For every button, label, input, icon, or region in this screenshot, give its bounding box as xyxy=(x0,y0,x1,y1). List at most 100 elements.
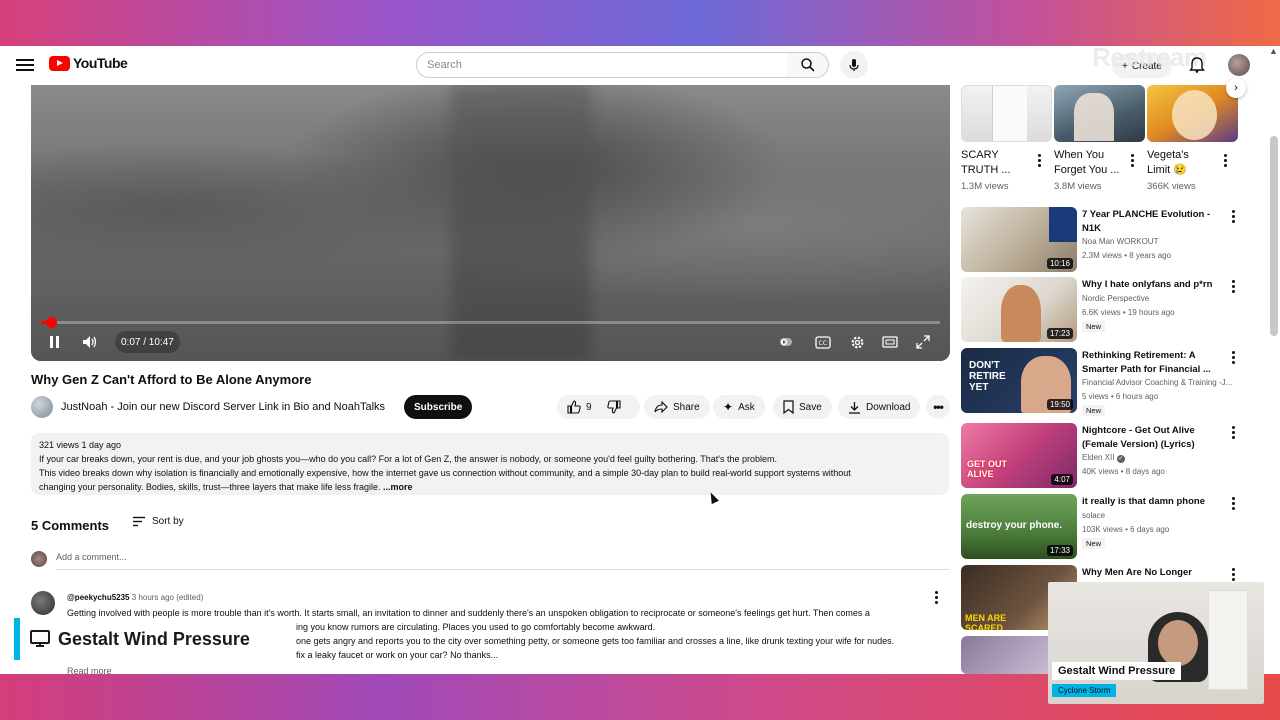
microphone-icon xyxy=(849,59,859,71)
short-title[interactable]: SCARY TRUTH ... xyxy=(961,148,1011,178)
comment-more-icon[interactable] xyxy=(931,591,941,604)
video-more-icon[interactable] xyxy=(1228,497,1238,510)
video-stats: 103K views • 6 days ago xyxy=(1082,525,1170,534)
channel-avatar[interactable] xyxy=(31,396,53,418)
description-box[interactable]: 321 views 1 day ago If your car breaks d… xyxy=(31,433,949,495)
video-player[interactable]: 0:07 / 10:47 CC xyxy=(31,85,950,361)
duration-badge: 19:50 xyxy=(1046,399,1073,410)
short-views: 3.8M views xyxy=(1054,181,1102,192)
short-thumbnail[interactable] xyxy=(1147,85,1238,142)
video-thumbnail[interactable]: 17:23 xyxy=(961,277,1077,342)
search-input[interactable]: Search xyxy=(416,52,788,78)
channel-link[interactable]: Nordic Perspective xyxy=(1082,294,1149,303)
thumbnail-caption: MEN ARE SCARED xyxy=(965,613,1007,630)
new-badge: New xyxy=(1082,538,1106,549)
ask-label: Ask xyxy=(738,401,755,413)
video-frame-smoke xyxy=(451,85,591,361)
comments-count: 5 Comments xyxy=(31,518,110,533)
progress-bar[interactable] xyxy=(41,317,940,328)
save-button[interactable]: Save xyxy=(773,395,832,419)
video-title-link[interactable]: 7 Year PLANCHE Evolution - N1K xyxy=(1082,208,1222,236)
channel-name[interactable]: JustNoah - Join our new Discord Server L… xyxy=(61,401,385,413)
menu-icon[interactable] xyxy=(14,56,36,74)
autoplay-icon xyxy=(780,338,792,346)
short-title[interactable]: When You Forget You ... xyxy=(1054,148,1119,178)
video-more-icon[interactable] xyxy=(1228,426,1238,439)
sort-button[interactable]: Sort by xyxy=(132,516,184,527)
video-more-icon[interactable] xyxy=(1228,210,1238,223)
youtube-logo[interactable]: YouTube xyxy=(49,55,128,71)
more-horizontal-icon: ••• xyxy=(933,400,944,414)
bookmark-icon xyxy=(783,400,794,414)
comment-text-line: ing you know rumors are circulating. Pla… xyxy=(296,622,656,632)
time-display: 0:07 / 10:47 xyxy=(115,331,180,353)
pause-button[interactable] xyxy=(43,331,65,353)
video-title-link[interactable]: Rethinking Retirement: A Smarter Path for… xyxy=(1082,349,1222,377)
video-title-link[interactable]: it really is that damn phone xyxy=(1082,495,1222,509)
captions-button[interactable]: CC xyxy=(813,332,833,352)
commenter-avatar[interactable] xyxy=(31,591,55,615)
show-more-link[interactable]: ...more xyxy=(383,482,413,492)
share-button[interactable]: Share xyxy=(644,395,710,419)
channel-link[interactable]: solace xyxy=(1082,511,1105,520)
sort-icon xyxy=(133,516,145,527)
video-thumbnail[interactable]: GET OUT ALIVE 4:07 xyxy=(961,423,1077,488)
comment-time[interactable]: 3 hours ago (edited) xyxy=(132,593,204,602)
short-thumbnail[interactable] xyxy=(961,85,1052,142)
channel-link[interactable]: Noa Man WORKOUT xyxy=(1082,237,1158,246)
ask-button[interactable]: ✦ Ask xyxy=(713,395,765,419)
theater-mode-button[interactable] xyxy=(880,332,900,352)
video-title-link[interactable]: Why I hate onlyfans and p*rn xyxy=(1082,278,1222,292)
channel-link[interactable]: Financial Advisor Coaching & Training -J… xyxy=(1082,378,1232,387)
monitor-icon xyxy=(30,630,50,647)
short-title[interactable]: Vegeta's Limit 😢 xyxy=(1147,148,1189,178)
short-thumbnail[interactable] xyxy=(1054,85,1145,142)
comment-text-line: fix a leaky faucet or work on your car? … xyxy=(296,650,499,660)
video-title-link[interactable]: Why Men Are No Longer xyxy=(1082,566,1222,580)
read-more-link[interactable]: Read more xyxy=(67,666,112,674)
volume-icon xyxy=(83,336,97,348)
description-line: If your car breaks down, your rent is du… xyxy=(39,454,778,464)
thumbnail-caption: DON'T RETIRE YET xyxy=(969,360,1006,393)
short-more-icon[interactable] xyxy=(1220,154,1230,167)
video-title-link[interactable]: Nightcore - Get Out Alive (Female Version… xyxy=(1082,424,1222,452)
comment-author[interactable]: @peekychu5235 xyxy=(67,593,130,602)
svg-text:CC: CC xyxy=(819,340,827,347)
dislike-button[interactable] xyxy=(606,400,621,414)
account-avatar[interactable] xyxy=(1228,54,1250,76)
short-more-icon[interactable] xyxy=(1127,154,1137,167)
volume-button[interactable] xyxy=(79,331,101,353)
add-comment-input[interactable]: Add a comment... xyxy=(56,552,127,562)
video-thumbnail[interactable]: 10:16 xyxy=(961,207,1077,272)
channel-link[interactable]: Elden XII ✓ xyxy=(1082,453,1125,463)
page-scrollbar[interactable] xyxy=(1270,136,1278,336)
subscribe-button[interactable]: Subscribe xyxy=(404,395,473,419)
notifications-bell-icon[interactable] xyxy=(1188,56,1206,74)
duration-badge: 4:07 xyxy=(1051,474,1073,485)
more-actions-button[interactable]: ••• xyxy=(926,395,950,419)
video-more-icon[interactable] xyxy=(1228,280,1238,293)
scroll-up-arrow-icon[interactable]: ▲ xyxy=(1269,46,1278,56)
voice-search-button[interactable] xyxy=(840,51,868,79)
logo-text: YouTube xyxy=(73,55,128,71)
shorts-next-button[interactable]: › xyxy=(1226,78,1246,98)
download-label: Download xyxy=(866,401,911,413)
fullscreen-icon xyxy=(916,335,930,349)
like-button[interactable]: 9 xyxy=(567,400,592,414)
search-icon xyxy=(800,58,815,72)
video-thumbnail[interactable]: destroy your phone. 17:33 xyxy=(961,494,1077,559)
webcam-subtitle-tag: Cyclone Storm xyxy=(1052,684,1117,697)
share-icon xyxy=(654,401,668,413)
short-more-icon[interactable] xyxy=(1034,154,1044,167)
autoplay-toggle[interactable] xyxy=(776,332,796,352)
settings-button[interactable] xyxy=(847,332,867,352)
webcam-name-tag: Gestalt Wind Pressure xyxy=(1052,662,1182,680)
sort-label: Sort by xyxy=(152,516,184,527)
progress-scrubber[interactable] xyxy=(45,317,57,328)
fullscreen-button[interactable] xyxy=(913,332,933,352)
search-button[interactable] xyxy=(787,52,829,78)
video-more-icon[interactable] xyxy=(1228,351,1238,364)
video-more-icon[interactable] xyxy=(1228,568,1238,581)
video-thumbnail[interactable]: DON'T RETIRE YET 19:50 xyxy=(961,348,1077,413)
download-button[interactable]: Download xyxy=(838,395,921,419)
